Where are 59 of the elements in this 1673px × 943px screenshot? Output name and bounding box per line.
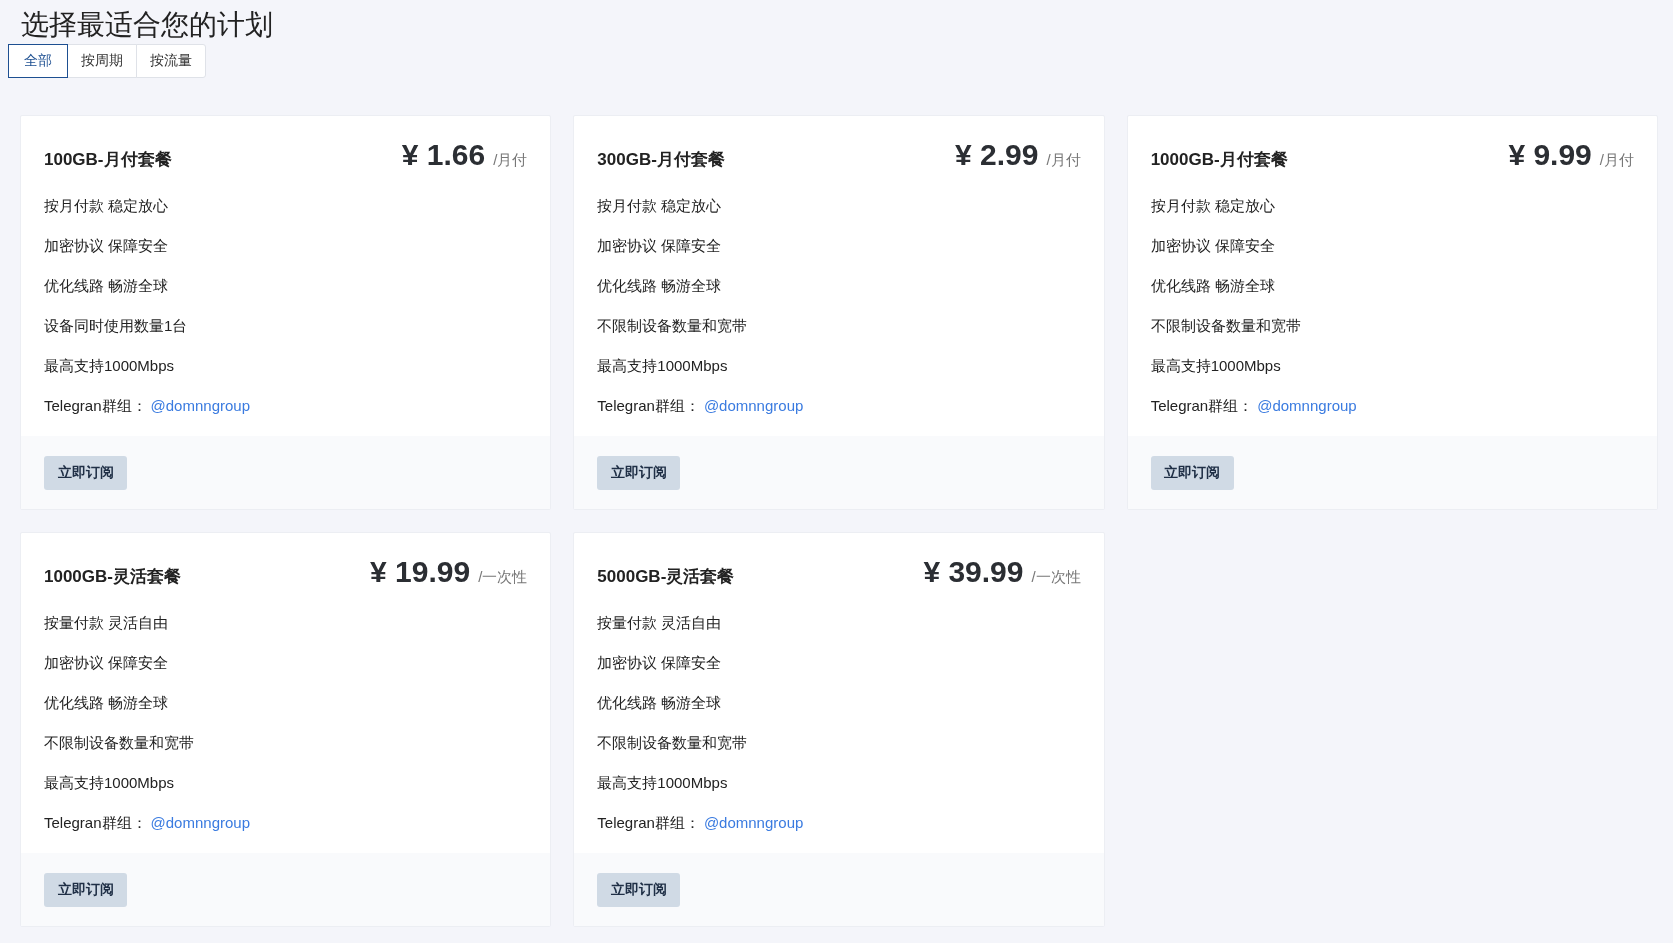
feature-text: 加密协议 保障安全 bbox=[597, 653, 722, 673]
feature-text: 按月付款 稳定放心 bbox=[44, 196, 169, 216]
feature-text: 按月付款 稳定放心 bbox=[1150, 196, 1275, 216]
subscribe-button[interactable]: 立即订阅 bbox=[597, 456, 681, 490]
feature-text: 优化线路 畅游全球 bbox=[597, 276, 722, 296]
plan-name: 1000GB-灵活套餐 bbox=[44, 566, 181, 588]
page-title: 选择最适合您的计划 bbox=[20, 8, 274, 42]
subscribe-button[interactable]: 立即订阅 bbox=[44, 873, 127, 907]
billing-period: /月付 bbox=[493, 151, 528, 168]
subscribe-button[interactable]: 立即订阅 bbox=[597, 873, 681, 907]
filter-tab[interactable]: 全部 bbox=[8, 44, 68, 78]
billing-period: /一次性 bbox=[478, 568, 528, 585]
plan-price: ¥ 39.99 bbox=[923, 555, 1024, 588]
plan-price: ¥ 2.99 bbox=[955, 138, 1039, 171]
feature-text: 不限制设备数量和宽带 bbox=[1150, 316, 1301, 336]
telegram-label: Telegran群组： bbox=[44, 396, 147, 416]
telegram-link[interactable]: @domnngroup bbox=[1257, 386, 1357, 426]
plan-name: 100GB-月付套餐 bbox=[44, 149, 172, 171]
filter-tab[interactable]: 按周期 bbox=[67, 44, 137, 78]
feature-text: 不限制设备数量和宽带 bbox=[597, 316, 748, 336]
plan-name: 300GB-月付套餐 bbox=[597, 149, 725, 171]
subscribe-button[interactable]: 立即订阅 bbox=[1150, 456, 1234, 490]
feature-text: 最高支持1000Mbps bbox=[44, 773, 175, 793]
feature-text: 按量付款 灵活自由 bbox=[597, 613, 722, 633]
telegram-label: Telegran群组： bbox=[597, 396, 700, 416]
telegram-label: Telegran群组： bbox=[1150, 396, 1254, 416]
telegram-link[interactable]: @domnngroup bbox=[703, 386, 804, 426]
feature-text: 最高支持1000Mbps bbox=[44, 356, 175, 376]
feature-text: 最高支持1000Mbps bbox=[1150, 356, 1281, 376]
billing-period: /月付 bbox=[1599, 151, 1634, 168]
telegram-label: Telegran群组： bbox=[597, 813, 700, 833]
feature-text: 按量付款 灵活自由 bbox=[44, 613, 169, 633]
feature-text: 加密协议 保障安全 bbox=[1150, 236, 1275, 256]
plan-price: ¥ 1.66 bbox=[401, 138, 486, 171]
feature-text: 加密协议 保障安全 bbox=[44, 653, 169, 673]
feature-text: 加密协议 保障安全 bbox=[597, 236, 722, 256]
telegram-link[interactable]: @domnngroup bbox=[150, 386, 250, 426]
feature-text: 不限制设备数量和宽带 bbox=[44, 733, 194, 753]
telegram-link[interactable]: @domnngroup bbox=[150, 803, 250, 843]
telegram-label: Telegran群组： bbox=[44, 813, 147, 833]
billing-period: /一次性 bbox=[1031, 568, 1081, 585]
feature-text: 优化线路 畅游全球 bbox=[1150, 276, 1275, 296]
subscribe-button[interactable]: 立即订阅 bbox=[44, 456, 127, 490]
plan-price: ¥ 9.99 bbox=[1508, 138, 1592, 171]
feature-text: 最高支持1000Mbps bbox=[597, 356, 728, 376]
feature-text: 设备同时使用数量1台 bbox=[44, 316, 188, 336]
feature-text: 最高支持1000Mbps bbox=[597, 773, 728, 793]
feature-text: 加密协议 保障安全 bbox=[44, 236, 169, 256]
feature-text: 优化线路 畅游全球 bbox=[44, 276, 169, 296]
plan-name: 1000GB-月付套餐 bbox=[1150, 149, 1288, 171]
plan-name: 5000GB-灵活套餐 bbox=[597, 566, 735, 588]
plan-price: ¥ 19.99 bbox=[370, 555, 471, 588]
filter-tab[interactable]: 按流量 bbox=[136, 44, 206, 78]
feature-text: 优化线路 畅游全球 bbox=[597, 693, 722, 713]
telegram-link[interactable]: @domnngroup bbox=[703, 803, 804, 843]
billing-period: /月付 bbox=[1046, 151, 1081, 168]
feature-text: 优化线路 畅游全球 bbox=[44, 693, 169, 713]
feature-text: 不限制设备数量和宽带 bbox=[597, 733, 748, 753]
feature-text: 按月付款 稳定放心 bbox=[597, 196, 722, 216]
